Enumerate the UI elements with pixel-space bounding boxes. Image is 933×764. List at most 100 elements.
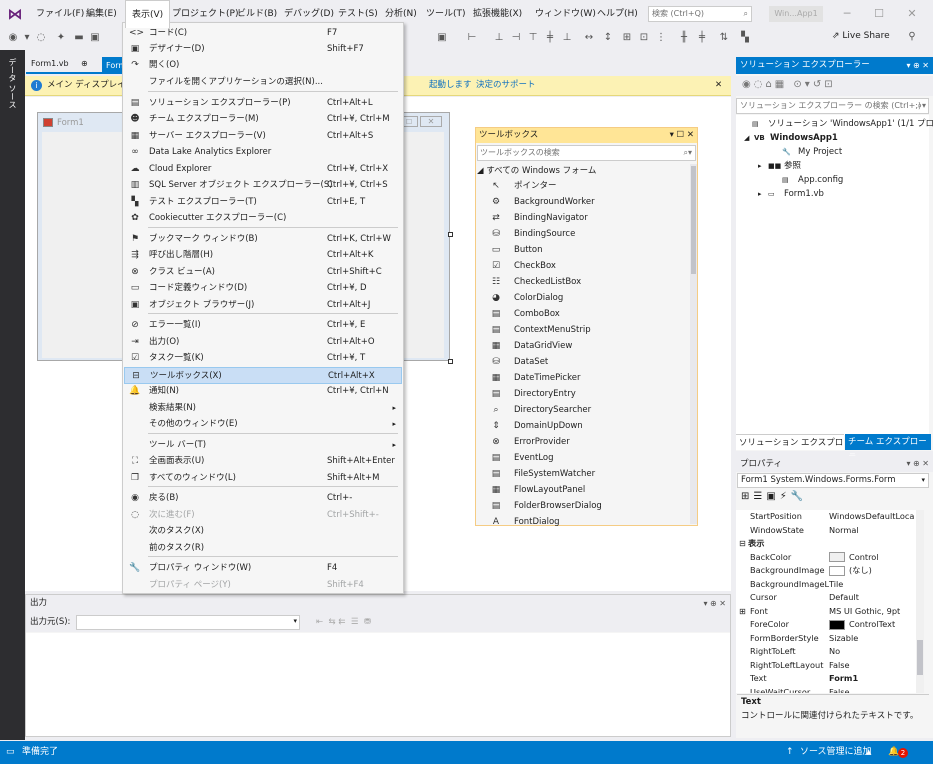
view-menu-item[interactable]: ファイルを開くアプリケーションの選択(N)...	[124, 74, 402, 91]
toolbox-item[interactable]: ↖ ポインター	[490, 178, 556, 194]
view-menu-item[interactable]: ▤ ソリューション エクスプローラー(P) Ctrl+Alt+L	[124, 95, 402, 112]
property-value[interactable]: Default	[829, 591, 859, 605]
view-menu-item[interactable]: ⛶ 全画面表示(U) Shift+Alt+Enter	[124, 453, 402, 470]
expand-icon[interactable]: ⊟	[739, 537, 746, 551]
view-menu-item[interactable]: ▥ SQL Server オブジェクト エクスプローラー(S) Ctrl+¥, Ct…	[124, 177, 402, 194]
property-row[interactable]: StartPosition WindowsDefaultLoca	[736, 510, 916, 524]
menu-8[interactable]: ツール(T)	[420, 0, 472, 28]
toolbox-item[interactable]: ▤ DirectoryEntry	[490, 386, 576, 402]
view-menu-item[interactable]: ツール バー(T) ▸	[124, 437, 402, 454]
view-menu-item[interactable]: ∞ Data Lake Analytics Explorer	[124, 144, 402, 161]
toolbox-item[interactable]: ⇕ DomainUpDown	[490, 418, 582, 434]
solution-toolbar-icons[interactable]: ◉◌⌂▦ ⊙▾↺⊡	[742, 79, 836, 90]
toolbox-window-controls[interactable]: ▾ ☐ ✕	[670, 128, 694, 143]
feedback-icon[interactable]: ⚲	[905, 30, 919, 44]
toolbox-item[interactable]: ⛁ BindingSource	[490, 226, 575, 242]
view-menu-item[interactable]: ↷ 開く(O)	[124, 57, 402, 74]
view-menu-item[interactable]: ⊗ クラス ビュー(A) Ctrl+Shift+C	[124, 264, 402, 281]
menu-11[interactable]: ヘルプ(H)	[591, 0, 644, 28]
property-row[interactable]: RightToLeft No	[736, 645, 916, 659]
toolbox-item[interactable]: ⚙ BackgroundWorker	[490, 194, 595, 210]
properties-window-controls[interactable]: ▾ ⊕ ✕	[906, 456, 929, 472]
property-value[interactable]: No	[829, 645, 840, 659]
tree-toggle-icon[interactable]: ▸	[758, 187, 768, 201]
resize-handle-right[interactable]	[448, 232, 453, 237]
view-menu-item[interactable]: ☑ タスク一覧(K) Ctrl+¥, T	[124, 350, 402, 367]
property-row[interactable]: UseWaitCursor False	[736, 686, 916, 694]
property-value[interactable]: (なし)	[829, 564, 872, 578]
property-row[interactable]: BackgroundImageL Tile	[736, 578, 916, 592]
grid-icon[interactable]: ⊡	[637, 31, 651, 45]
view-menu-item[interactable]: ▣ オブジェクト ブラウザー(J) Ctrl+Alt+J	[124, 297, 402, 314]
close-icon[interactable]: ✕	[903, 5, 921, 23]
spacing-icon[interactable]: ⋮	[654, 31, 668, 45]
property-row[interactable]: ForeColor ControlText	[736, 618, 916, 632]
solution-tree-node[interactable]: ▤ App.config	[772, 173, 843, 187]
save-icon[interactable]: ▣	[88, 31, 102, 45]
tree-toggle-icon[interactable]: ▸	[758, 159, 768, 173]
view-menu-item[interactable]: ▦ サーバー エクスプローラー(V) Ctrl+Alt+S	[124, 128, 402, 145]
view-menu-item[interactable]: ⊟ ツールボックス(X) Ctrl+Alt+X	[124, 367, 402, 384]
maximize-icon[interactable]: ☐	[870, 5, 888, 23]
view-menu-item[interactable]: ✿ Cookiecutter エクスプローラー(C)	[124, 210, 402, 227]
view-menu-item[interactable]: プロパティ ページ(Y) Shift+F4	[124, 577, 402, 594]
bring-front-icon[interactable]: ▚	[738, 31, 752, 45]
menu-2[interactable]: 表示(V)	[125, 0, 171, 28]
toolbox-item[interactable]: ▤ EventLog	[490, 450, 554, 466]
toolbox-category[interactable]: ◢ すべての Windows フォーム	[477, 164, 596, 176]
output-window-controls[interactable]: ▾ ⊕ ✕	[703, 595, 726, 612]
align-top-icon[interactable]: ⊤	[526, 31, 540, 45]
property-row[interactable]: ⊞ Font MS UI Gothic, 9pt	[736, 605, 916, 619]
toolbox-item[interactable]: ▦ DataGridView	[490, 338, 573, 354]
property-row[interactable]: FormBorderStyle Sizable	[736, 632, 916, 646]
property-row[interactable]: WindowState Normal	[736, 524, 916, 538]
output-tool-icons[interactable]: ⇤ ⇆ ⇇ ☰ ⛃	[316, 612, 371, 632]
toolbox-item[interactable]: ⌕ DirectorySearcher	[490, 402, 591, 418]
toolbox-scroll-thumb[interactable]	[691, 166, 696, 274]
view-menu-item[interactable]: ▚ テスト エクスプローラー(T) Ctrl+E, T	[124, 194, 402, 211]
tab-form1-vb[interactable]: Form1.vb ⊕	[26, 57, 102, 74]
view-menu-item[interactable]: その他のウィンドウ(E) ▸	[124, 416, 402, 433]
view-menu-item[interactable]: 前のタスク(R)	[124, 540, 402, 557]
info-link-help[interactable]: 決定のサポート	[476, 76, 536, 95]
property-row[interactable]: RightToLeftLayout False	[736, 659, 916, 673]
v-spacing-icon[interactable]: ╪	[695, 31, 709, 45]
tab-form1-design[interactable]: Form	[102, 57, 126, 74]
toolbox-item[interactable]: ▤ ComboBox	[490, 306, 560, 322]
property-row[interactable]: BackgroundImage (なし)	[736, 564, 916, 578]
property-value[interactable]: Tile	[829, 578, 843, 592]
same-height-icon[interactable]: ↕	[601, 31, 615, 45]
same-size-icon[interactable]: ⊞	[620, 31, 634, 45]
tree-toggle-icon[interactable]: ◢	[744, 131, 754, 145]
toolbox-item[interactable]: ⊗ ErrorProvider	[490, 434, 570, 450]
tab-team-explorer[interactable]: チーム エクスプローラー	[845, 434, 931, 463]
align-left-icon[interactable]: ⊢	[465, 31, 479, 45]
toolbox-item[interactable]: A FontDialog	[490, 514, 560, 530]
view-menu-item[interactable]: ☻ チーム エクスプローラー(M) Ctrl+¥, Ctrl+M	[124, 111, 402, 128]
toolbox-item[interactable]: ▤ FileSystemWatcher	[490, 466, 595, 482]
property-row[interactable]: BackColor Control	[736, 551, 916, 565]
h-spacing-icon[interactable]: ╫	[677, 31, 691, 45]
properties-object-select[interactable]: Form1 System.Windows.Forms.Form ▾	[737, 473, 929, 488]
view-menu-item[interactable]: ◌ 次に進む(F) Ctrl+Shift+-	[124, 507, 402, 524]
solution-tree-node[interactable]: ▤ ソリューション 'WindowsApp1' (1/1 プロジェクト)	[742, 117, 933, 131]
view-menu-item[interactable]: ⇥ 出力(O) Ctrl+Alt+O	[124, 334, 402, 351]
back-nav-icon[interactable]: ◉	[6, 31, 20, 45]
view-menu-item[interactable]: ◉ 戻る(B) Ctrl+-	[124, 490, 402, 507]
solution-tree-node[interactable]: ◢ VB WindowsApp1	[744, 131, 838, 145]
menu-1[interactable]: 編集(E)	[80, 0, 123, 28]
toolbox-search-input[interactable]: ツールボックスの検索 ⌕▾	[477, 145, 696, 161]
view-menu-item[interactable]: ▭ コード定義ウィンドウ(D) Ctrl+¥, D	[124, 280, 402, 297]
solution-tree-node[interactable]: ▸ ▭ Form1.vb	[758, 187, 824, 201]
toolbox-item[interactable]: ▦ FlowLayoutPanel	[490, 482, 586, 498]
view-menu-item[interactable]: ▣ デザイナー(D) Shift+F7	[124, 41, 402, 58]
solution-window-controls[interactable]: ▾ ⊕ ✕	[906, 57, 929, 74]
property-value[interactable]: Sizable	[829, 632, 858, 646]
property-value[interactable]: False	[829, 686, 850, 694]
property-value[interactable]: Normal	[829, 524, 859, 538]
property-value[interactable]: Control	[829, 551, 879, 565]
property-value[interactable]: Form1	[829, 672, 858, 686]
view-menu-item[interactable]: ⊘ エラー一覧(I) Ctrl+¥, E	[124, 317, 402, 334]
info-link-restart[interactable]: 起動します	[429, 76, 472, 95]
dropdown-arrow-icon[interactable]: ▾	[20, 31, 34, 45]
